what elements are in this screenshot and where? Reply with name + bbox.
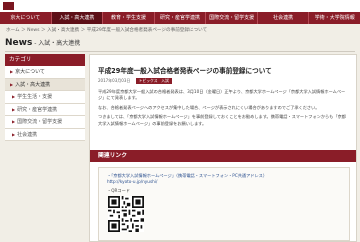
article-paragraph: 平成29年度京都大学一般入試の合格者発表は、3月10日（金曜日）正午より、京都大… (98, 89, 346, 101)
category-sidebar: カテゴリ ▶ 京大について ▶ 入試・高大連携 ▶ 学生生活・支援 ▶ 研究・産官学連携… (5, 54, 85, 240)
main-navbar: 京大について 入試・高大連携 教育・学生支援 研究・産官学連携 国際交流・留学支… (0, 12, 360, 24)
related-links-header: 関連リンク (90, 150, 356, 162)
sidebar-item-label: 社会連携 (17, 131, 38, 138)
arrow-icon: ▶ (10, 81, 14, 87)
sidebar-item-social[interactable]: ▶ 社会連携 (5, 128, 85, 141)
arrow-icon: ▶ (10, 69, 14, 74)
nav-item-research[interactable]: 研究・産官学連携 (155, 12, 207, 24)
article-title: 平成29年度一般入試合格者発表ページの事前登録について (98, 67, 272, 75)
sidebar-item-admissions[interactable]: ▶ 入試・高大連携 (5, 78, 85, 91)
related-link-url[interactable]: http://kyoto-u.jp/nyushi/ (107, 179, 157, 184)
sidebar-item-label: 京大について (15, 69, 45, 75)
sidebar-item-label: 入試・高大連携 (15, 81, 51, 88)
sidebar-item-international[interactable]: ▶ 国際交流・留学支援 (5, 116, 85, 129)
arrow-icon: ▶ (12, 106, 16, 112)
category-badge[interactable]: トピックス 入試 (135, 78, 172, 84)
article-date: 2017年03月03日 (98, 78, 131, 83)
page-heading-category: - 入試・高大連携 (32, 40, 81, 47)
university-logo[interactable] (3, 2, 14, 10)
breadcrumb[interactable]: ホーム ＞ News ＞ 入試・高大連携 ＞ 平成29年度一般入試合格者発表ペー… (6, 27, 207, 33)
page-heading: News - 入試・高大連携 (5, 35, 355, 52)
article-body: 平成29年度京都大学一般入試の合格者発表は、3月10日（金曜日）正午より、京都大… (98, 89, 348, 130)
article-paragraph: つきましては、「京都大学入試情報ホームページ」を事前登録しておくことをお勧めしま… (98, 114, 346, 126)
related-links-box: ・「京都大学入試情報ホームページ」（携帯電話・スマートフォン・PC共通アドレス）… (98, 167, 350, 241)
sidebar-item-label: 研究・産官学連携 (17, 106, 58, 113)
nav-item-education[interactable]: 教育・学生支援 (103, 12, 155, 24)
qr-code-label: ・QRコード (107, 188, 130, 193)
sidebar-item-research[interactable]: ▶ 研究・産官学連携 (5, 103, 85, 116)
page-heading-news: News (5, 38, 33, 48)
sidebar-item-about[interactable]: ▶ 京大について (5, 66, 85, 79)
nav-item-social[interactable]: 社会連携 (258, 12, 310, 24)
nav-item-admissions[interactable]: 入試・高大連携 (51, 12, 104, 24)
article-meta: 2017年03月03日 トピックス 入試 (98, 78, 172, 84)
qr-code-icon (108, 196, 144, 232)
article-card: 平成29年度一般入試合格者発表ページの事前登録について 2017年03月03日 … (89, 54, 357, 242)
arrow-icon: ▶ (12, 94, 16, 99)
article-paragraph: なお、合格者発表ページへのアクセスが集中した場合、ページが表示されにくい場合があ… (98, 104, 320, 110)
arrow-icon: ▶ (12, 119, 16, 124)
sidebar-header: カテゴリ (5, 54, 85, 66)
sidebar-item-student-life[interactable]: ▶ 学生生活・支援 (5, 91, 85, 104)
nav-item-graduate[interactable]: 学術・大学院情報 (309, 12, 360, 24)
arrow-icon: ▶ (12, 131, 16, 137)
top-band (0, 0, 360, 12)
sidebar-item-label: 学生生活・支援 (17, 94, 53, 100)
nav-item-about[interactable]: 京大について (0, 12, 52, 24)
nav-item-international[interactable]: 国際交流・留学支援 (206, 12, 258, 24)
sidebar-item-label: 国際交流・留学支援 (17, 119, 63, 125)
